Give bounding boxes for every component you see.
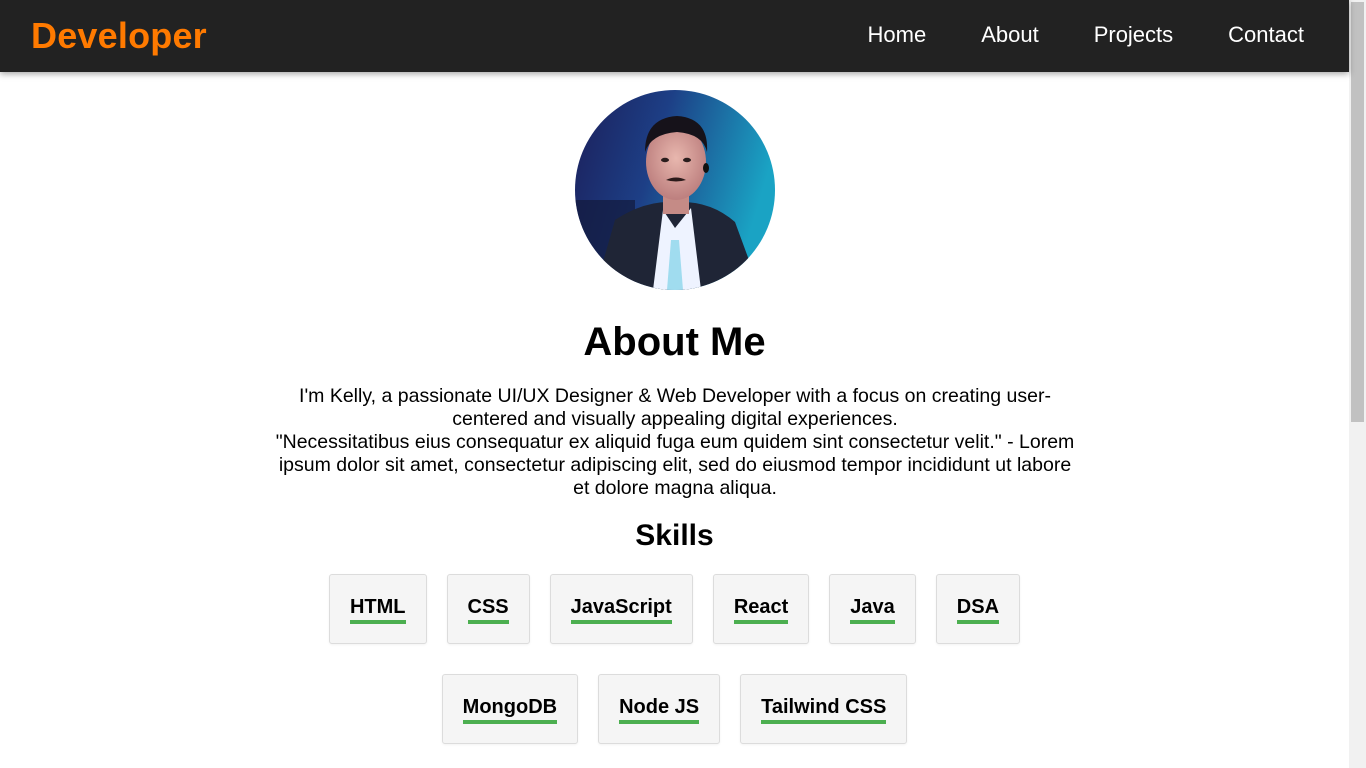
profile-photo bbox=[575, 90, 775, 290]
bio-quote: "Necessitatibus eius consequatur ex aliq… bbox=[275, 431, 1075, 499]
skill-name: DSA bbox=[956, 595, 1000, 624]
skill-name: Node JS bbox=[619, 695, 700, 724]
skill-card-nodejs: Node JS bbox=[598, 674, 721, 744]
scrollbar-thumb[interactable] bbox=[1351, 2, 1364, 422]
skill-card-javascript: JavaScript bbox=[549, 574, 693, 644]
skill-name: MongoDB bbox=[462, 695, 558, 724]
bio-text: I'm Kelly, a passionate UI/UX Designer &… bbox=[275, 385, 1075, 500]
skills-title: Skills bbox=[635, 519, 714, 552]
skill-name: Java bbox=[850, 595, 895, 624]
nav-link-contact[interactable]: Contact bbox=[1228, 22, 1304, 48]
skill-name: CSS bbox=[467, 595, 509, 624]
skills-row-2: MongoDB Node JS Tailwind CSS bbox=[0, 674, 1349, 744]
skills-row-1: HTML CSS JavaScript React Java DSA bbox=[0, 574, 1349, 644]
skill-name: React bbox=[733, 595, 789, 624]
bio-intro: I'm Kelly, a passionate UI/UX Designer &… bbox=[299, 385, 1051, 430]
nav-links: Home About Projects Contact bbox=[813, 22, 1305, 48]
nav-link-home[interactable]: Home bbox=[868, 22, 927, 48]
skill-card-html: HTML bbox=[328, 574, 427, 644]
skill-name: Tailwind CSS bbox=[761, 695, 887, 724]
skill-card-tailwind: Tailwind CSS bbox=[740, 674, 908, 744]
skill-card-react: React bbox=[712, 574, 810, 644]
skill-card-dsa: DSA bbox=[935, 574, 1021, 644]
page-scrollbar[interactable] bbox=[1349, 0, 1366, 768]
page: Developer Home About Projects Contact Ab… bbox=[0, 0, 1366, 768]
nav-link-projects[interactable]: Projects bbox=[1094, 22, 1173, 48]
skill-card-mongodb: MongoDB bbox=[441, 674, 579, 744]
skill-card-css: CSS bbox=[446, 574, 530, 644]
navbar: Developer Home About Projects Contact bbox=[0, 0, 1349, 72]
nav-link-about[interactable]: About bbox=[981, 22, 1039, 48]
skill-name: JavaScript bbox=[570, 595, 672, 624]
skill-card-java: Java bbox=[829, 574, 916, 644]
skill-name: HTML bbox=[349, 595, 406, 624]
about-title: About Me bbox=[583, 320, 766, 364]
brand-logo[interactable]: Developer bbox=[31, 15, 207, 57]
